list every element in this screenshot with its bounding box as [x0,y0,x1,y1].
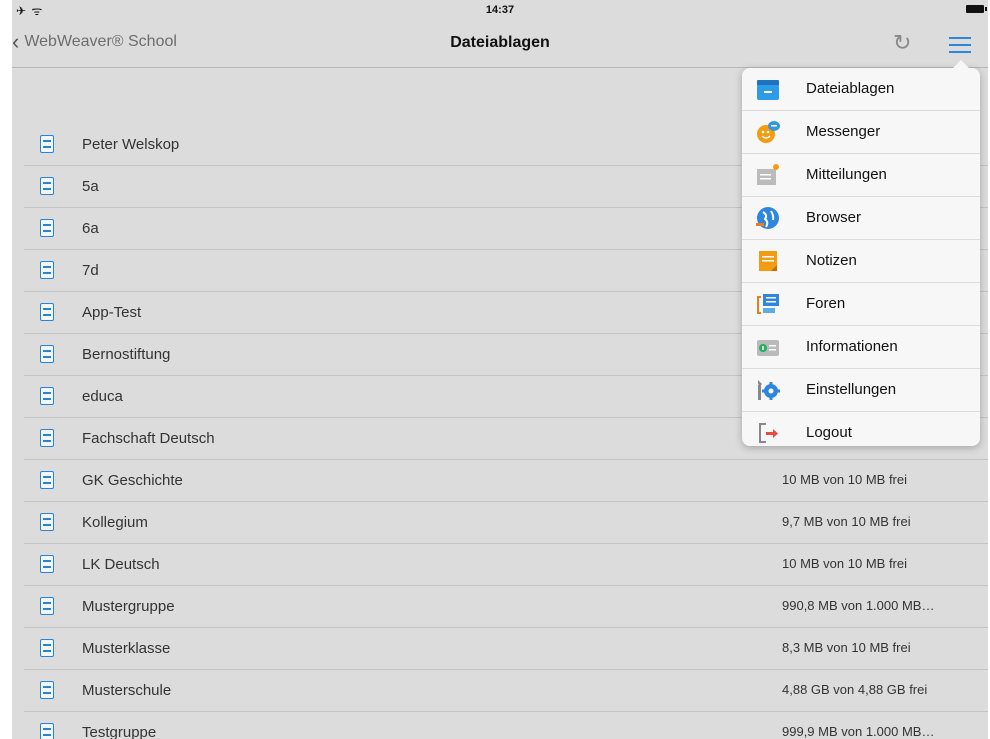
list-item-name: App-Test [82,304,142,321]
refresh-icon[interactable]: ↻ [893,30,911,56]
menu-item-label: Logout [806,424,852,441]
folder-icon [756,77,780,101]
menu-item-informationen[interactable]: Informationen [742,326,980,369]
file-cabinet-icon [40,261,54,279]
menu-item-einstellungen[interactable]: Einstellungen [742,369,980,412]
list-item[interactable]: Mustergruppe 990,8 MB von 1.000 MB… [24,586,988,628]
menu-item-notizen[interactable]: Notizen [742,240,980,283]
file-cabinet-icon [40,639,54,657]
file-cabinet-icon [40,219,54,237]
menu-item-label: Einstellungen [806,381,897,398]
list-item-quota: 9,7 MB von 10 MB frei [782,514,911,529]
menu-item-label: Informationen [806,338,898,355]
list-item[interactable]: LK Deutsch 10 MB von 10 MB frei [24,544,988,586]
battery-icon [966,5,987,13]
menu-item-logout[interactable]: Logout [742,412,980,454]
list-item-quota: 10 MB von 10 MB frei [782,472,907,487]
menu-item-label: Foren [806,295,846,312]
list-item-name: GK Geschichte [82,472,183,489]
page-title: Dateiablagen [450,34,550,51]
settings-gear-icon [756,378,780,402]
status-bar: ✈ ᯤ 14:37 [12,0,988,20]
list-item-name: Kollegium [82,514,148,531]
list-item-name: Bernostiftung [82,346,171,363]
menu-item-foren[interactable]: Foren [742,283,980,326]
list-item-quota: 8,3 MB von 10 MB frei [782,640,911,655]
menu-item-label: Messenger [806,123,881,140]
file-cabinet-icon [40,597,54,615]
list-item-quota: 990,8 MB von 1.000 MB… [782,598,935,613]
file-cabinet-icon [40,135,54,153]
info-icon [756,335,780,359]
list-item[interactable]: Kollegium 9,7 MB von 10 MB frei [24,502,988,544]
list-item[interactable]: Musterklasse 8,3 MB von 10 MB frei [24,628,988,670]
list-item-name: Fachschaft Deutsch [82,430,215,447]
file-cabinet-icon [40,555,54,573]
menu-item-label: Notizen [806,252,857,269]
list-item-quota: 4,88 GB von 4,88 GB frei [782,682,928,697]
navigation-bar: ‹ WebWeaver® School Dateiablagen ↻ [12,20,988,68]
forum-icon [756,292,780,316]
file-cabinet-icon [40,345,54,363]
list-item-name: Musterklasse [82,640,171,657]
status-time: 14:37 [485,4,515,16]
hamburger-menu-icon[interactable] [949,37,971,53]
menu-item-label: Dateiablagen [806,80,895,97]
note-icon [756,249,780,273]
file-cabinet-icon [40,513,54,531]
list-item-name: Testgruppe [82,724,157,739]
menu-item-label: Mitteilungen [806,166,887,183]
list-item-quota: 10 MB von 10 MB frei [782,556,907,571]
list-item-name: Musterschule [82,682,172,699]
list-item[interactable]: GK Geschichte 10 MB von 10 MB frei [24,460,988,502]
globe-icon [756,206,780,230]
list-item-name: Mustergruppe [82,598,175,615]
file-cabinet-icon [40,177,54,195]
list-item[interactable]: Musterschule 4,88 GB von 4,88 GB frei [24,670,988,712]
file-cabinet-icon [40,387,54,405]
notification-icon [756,163,780,187]
messenger-smiley-icon [756,120,780,144]
list-item-name: LK Deutsch [82,556,160,573]
list-item-quota: 999,9 MB von 1.000 MB… [782,724,935,739]
list-item-name: 5a [82,178,99,195]
file-cabinet-icon [40,303,54,321]
file-cabinet-icon [40,681,54,699]
file-cabinet-icon [40,429,54,447]
list-item-name: educa [82,388,123,405]
menu-item-browser[interactable]: Browser [742,197,980,240]
navigation-dropdown-menu: Dateiablagen Messenger Mitteilungen Browser… [742,60,980,446]
list-item-name: 7d [82,262,99,279]
menu-item-dateiablagen[interactable]: Dateiablagen [742,68,980,111]
menu-item-messenger[interactable]: Messenger [742,111,980,154]
list-item-name: Peter Welskop [82,136,180,153]
file-cabinet-icon [40,723,54,739]
menu-item-mitteilungen[interactable]: Mitteilungen [742,154,980,197]
menu-item-label: Browser [806,209,862,226]
logout-icon [756,421,780,445]
file-cabinet-icon [40,471,54,489]
list-item[interactable]: Testgruppe 999,9 MB von 1.000 MB… [24,712,988,739]
list-item-name: 6a [82,220,99,237]
